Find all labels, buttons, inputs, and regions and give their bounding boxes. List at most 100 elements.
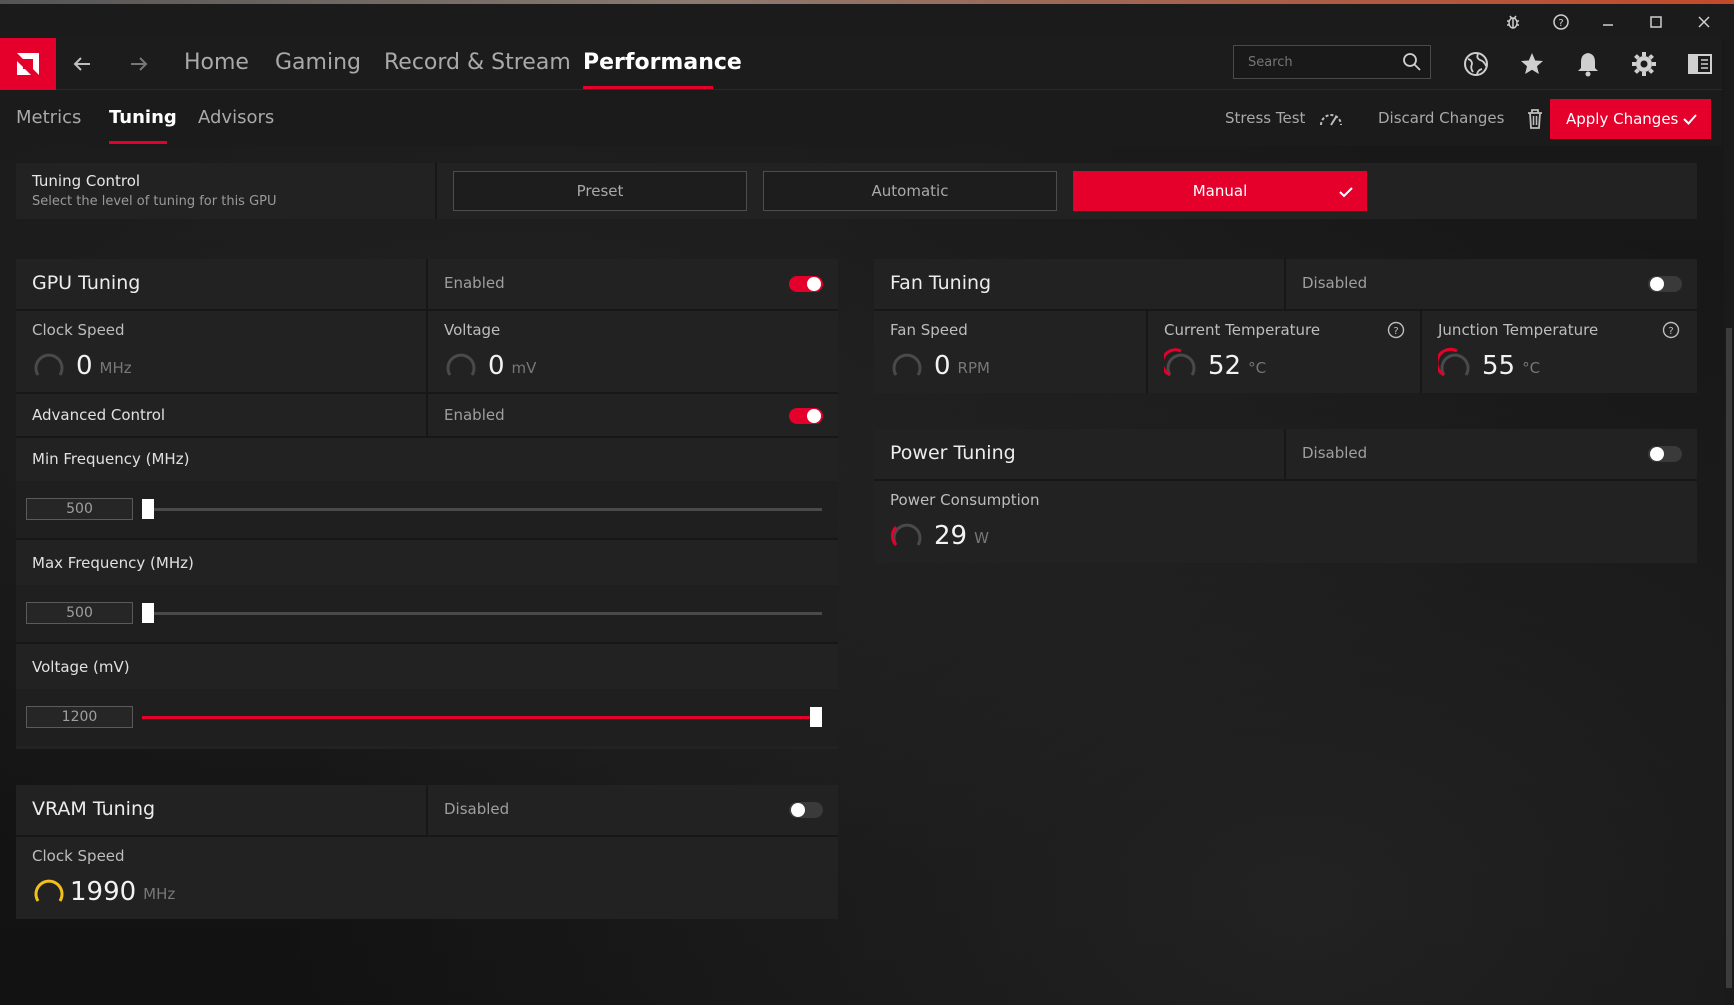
help-icon: ?	[1553, 14, 1569, 30]
sub-nav: Metrics Tuning Advisors Stress Test Disc…	[0, 90, 1722, 146]
max-frequency-row	[16, 585, 838, 642]
nav-gaming[interactable]: Gaming	[275, 38, 361, 90]
gpu-clock-value: 0	[76, 351, 93, 381]
max-frequency-slider[interactable]	[142, 603, 822, 623]
scrollbar-thumb[interactable]	[1726, 328, 1732, 988]
stress-test-button[interactable]: Stress Test	[1225, 90, 1344, 146]
gauge-icon	[892, 353, 922, 376]
voltage-input[interactable]	[26, 706, 133, 728]
nav-performance[interactable]: Performance	[583, 38, 742, 90]
fan-tuning-state: Disabled	[1302, 274, 1368, 292]
tab-tuning[interactable]: Tuning	[109, 90, 177, 146]
slider-thumb[interactable]	[142, 603, 154, 623]
min-frequency-input[interactable]	[26, 498, 133, 520]
minimize-button[interactable]	[1588, 8, 1628, 36]
nav-record-stream[interactable]: Record & Stream	[384, 38, 571, 90]
toggle-knob	[791, 803, 805, 817]
fan-speed-value: 0	[934, 351, 951, 381]
stress-test-label: Stress Test	[1225, 109, 1306, 127]
maximize-icon	[1650, 16, 1662, 28]
divider	[1146, 309, 1148, 393]
amd-logo[interactable]	[0, 38, 56, 90]
tuning-control-subtitle: Select the level of tuning for this GPU	[32, 194, 277, 209]
help-icon[interactable]: ?	[1387, 321, 1405, 339]
search-box[interactable]	[1233, 45, 1431, 79]
tab-advisors[interactable]: Advisors	[198, 90, 274, 146]
gauge-icon	[34, 353, 64, 376]
help-icon[interactable]: ?	[1662, 321, 1680, 339]
toggle-knob	[807, 409, 821, 423]
gauge-icon	[1438, 347, 1470, 377]
nav-active-indicator	[583, 86, 713, 89]
divider	[1284, 259, 1286, 309]
apply-changes-label: Apply Changes	[1566, 110, 1679, 128]
globe-icon[interactable]	[1462, 50, 1490, 78]
power-tuning-state: Disabled	[1302, 444, 1368, 462]
gpu-clock-metric: 0 MHz	[32, 347, 132, 381]
automatic-option[interactable]: Automatic	[763, 171, 1057, 211]
scrollbar[interactable]	[1724, 38, 1734, 1005]
search-icon[interactable]	[1402, 52, 1422, 72]
apply-changes-button[interactable]: Apply Changes	[1550, 99, 1711, 139]
advanced-control-toggle[interactable]	[789, 408, 823, 424]
vram-tuning-toggle[interactable]	[789, 802, 823, 818]
bell-icon[interactable]	[1574, 50, 1602, 78]
current-temperature-value: 52	[1208, 351, 1242, 381]
power-tuning-toggle[interactable]	[1648, 446, 1682, 462]
power-tuning-title: Power Tuning	[890, 442, 1016, 464]
preset-option[interactable]: Preset	[453, 171, 747, 211]
close-button[interactable]	[1684, 8, 1724, 36]
svg-text:?: ?	[1393, 326, 1398, 337]
divider	[16, 538, 838, 540]
svg-text:?: ?	[1558, 18, 1563, 29]
vram-clock-metric: 1990 MHz	[32, 873, 175, 907]
toggle-knob	[1650, 277, 1664, 291]
gpu-voltage-metric: 0 mV	[444, 347, 536, 381]
arrow-left-icon	[73, 57, 90, 71]
voltage-slider[interactable]	[142, 707, 822, 727]
gpu-voltage-unit: mV	[511, 359, 537, 377]
fan-speed-label: Fan Speed	[890, 321, 968, 339]
toggle-knob	[1650, 447, 1664, 461]
back-button[interactable]	[70, 38, 94, 90]
discard-changes-button[interactable]: Discard Changes	[1378, 90, 1545, 146]
sidebar-icon[interactable]	[1686, 50, 1714, 78]
forward-button[interactable]	[127, 38, 151, 90]
min-frequency-slider[interactable]	[142, 499, 822, 519]
vram-clock-value: 1990	[70, 877, 137, 907]
max-frequency-input[interactable]	[26, 602, 133, 624]
manual-option[interactable]: Manual	[1073, 171, 1367, 211]
gear-icon[interactable]	[1630, 50, 1658, 78]
gpu-tuning-state: Enabled	[444, 274, 505, 292]
gpu-tuning-toggle[interactable]	[789, 276, 823, 292]
nav-home[interactable]: Home	[184, 38, 249, 90]
amd-logo-icon	[17, 53, 39, 75]
divider	[1420, 309, 1422, 393]
power-consumption-label: Power Consumption	[890, 491, 1040, 509]
max-frequency-label: Max Frequency (MHz)	[32, 554, 194, 572]
gpu-voltage-label: Voltage	[444, 321, 501, 339]
tuning-control-title: Tuning Control	[32, 172, 141, 190]
star-icon[interactable]	[1518, 50, 1546, 78]
help-button[interactable]: ?	[1541, 8, 1581, 36]
current-temperature-metric: 52 °C	[1164, 347, 1266, 381]
gauge-icon	[34, 879, 64, 902]
power-tuning-panel: Power Tuning Disabled Power Consumption …	[874, 429, 1697, 563]
maximize-button[interactable]	[1636, 8, 1676, 36]
fan-speed-unit: RPM	[957, 359, 990, 377]
gpu-clock-label: Clock Speed	[32, 321, 125, 339]
search-input[interactable]	[1234, 46, 1394, 78]
trash-icon	[1528, 108, 1543, 129]
divider	[426, 259, 428, 393]
divider	[435, 163, 437, 219]
svg-text:?: ?	[1668, 326, 1673, 337]
slider-thumb[interactable]	[810, 707, 822, 727]
slider-thumb[interactable]	[142, 499, 154, 519]
tab-metrics[interactable]: Metrics	[16, 90, 81, 146]
bug-report-button[interactable]	[1493, 8, 1533, 36]
power-consumption-metric: 29 W	[890, 517, 989, 551]
fan-tuning-toggle[interactable]	[1648, 276, 1682, 292]
junction-temperature-metric: 55 °C	[1438, 347, 1540, 381]
current-temperature-label: Current Temperature	[1164, 321, 1321, 339]
title-bar: ?	[0, 4, 1734, 38]
